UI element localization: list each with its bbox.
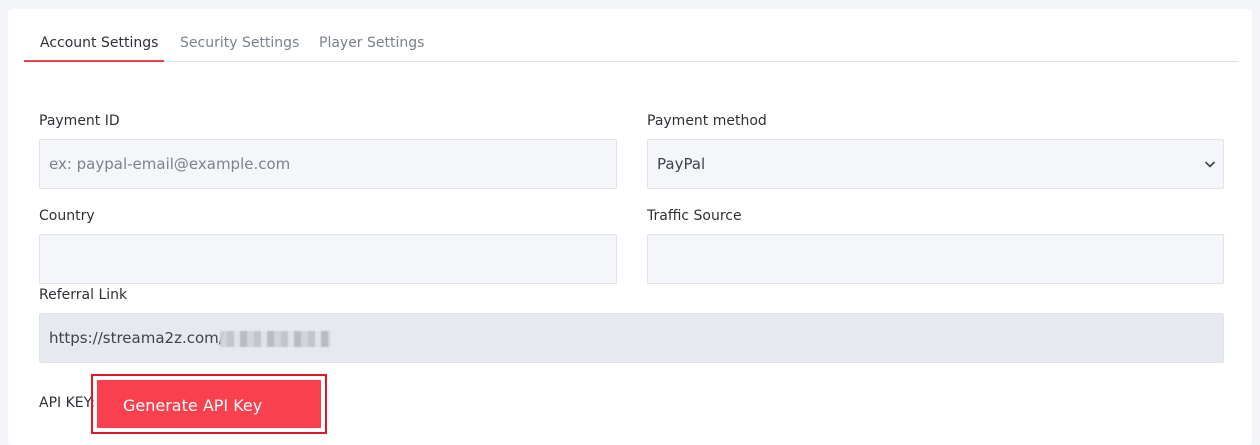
payment-id-input[interactable] [39,139,617,189]
referral-link-field[interactable]: https://streama2z.com/ [39,313,1224,363]
payment-id-label: Payment ID [39,113,120,129]
settings-tabs: Account Settings Security Settings Playe… [24,9,1239,62]
generate-api-key-highlight: Generate API Key [91,374,327,434]
payment-method-select[interactable]: PayPal [647,139,1224,189]
tab-account-settings[interactable]: Account Settings [24,9,164,62]
generate-api-key-button[interactable]: Generate API Key [96,379,322,429]
tab-security-settings[interactable]: Security Settings [180,9,299,61]
payment-method-label: Payment method [647,113,767,129]
chevron-down-icon [1204,161,1216,168]
traffic-source-input[interactable] [647,234,1224,284]
settings-card: Account Settings Security Settings Playe… [8,9,1252,445]
tab-player-settings[interactable]: Player Settings [319,9,424,61]
country-input[interactable] [39,234,617,284]
referral-link-label: Referral Link [39,287,128,303]
api-key-label: API KEY: [39,395,96,411]
payment-method-value: PayPal [657,155,706,173]
country-label: Country [39,208,95,224]
traffic-source-label: Traffic Source [647,208,742,224]
referral-link-value: https://streama2z.com/ [49,329,224,347]
redacted-blur [220,331,330,347]
